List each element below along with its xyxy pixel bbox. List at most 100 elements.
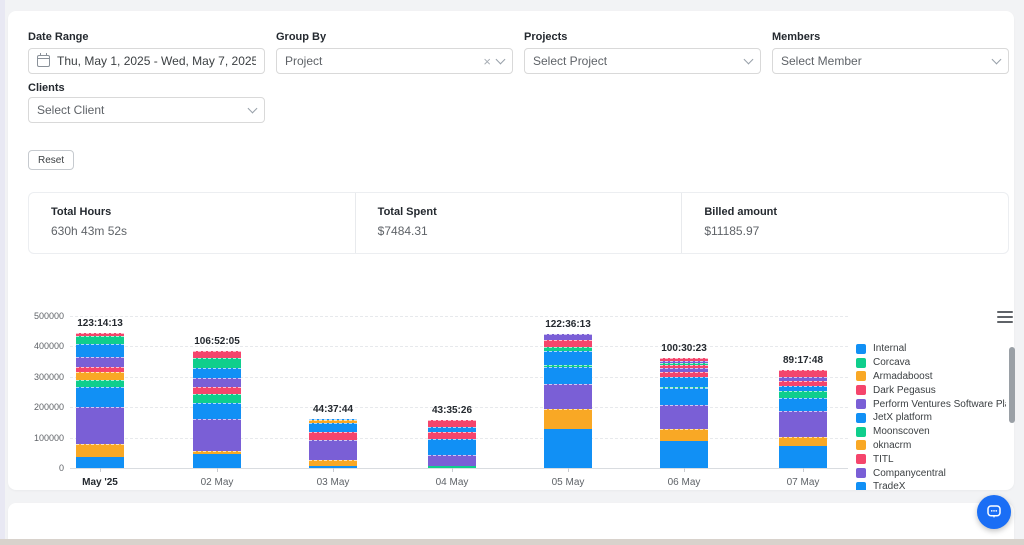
- group-by-select[interactable]: Project ×: [276, 48, 513, 74]
- bar-segment[interactable]: [544, 340, 592, 347]
- total-hours-cell: Total Hours 630h 43m 52s: [29, 193, 355, 253]
- legend-item[interactable]: Corcava: [856, 356, 1006, 370]
- bar-03-may[interactable]: [309, 419, 357, 468]
- projects-select[interactable]: Select Project: [524, 48, 761, 74]
- legend-swatch-icon: [856, 482, 866, 490]
- bar-segment[interactable]: [76, 444, 124, 456]
- bar-segment[interactable]: [193, 419, 241, 451]
- total-hours-value: 630h 43m 52s: [51, 224, 333, 238]
- bar-segment[interactable]: [76, 407, 124, 445]
- bar-02-may[interactable]: [193, 351, 241, 468]
- y-axis-tick: 500000: [24, 311, 64, 321]
- legend-swatch-icon: [856, 399, 866, 409]
- bar-segment[interactable]: [428, 432, 476, 439]
- x-axis-tick: [100, 468, 101, 472]
- bar-segment[interactable]: [76, 336, 124, 345]
- legend-item[interactable]: JetX platform: [856, 411, 1006, 425]
- bar-segment[interactable]: [660, 429, 708, 441]
- bar-segment[interactable]: [193, 351, 241, 358]
- legend-item[interactable]: oknacrm: [856, 439, 1006, 453]
- clients-select[interactable]: Select Client: [28, 97, 265, 123]
- legend-item[interactable]: Dark Pegasus: [856, 383, 1006, 397]
- total-spent-value: $7484.31: [378, 224, 660, 238]
- bar-05-may[interactable]: [544, 334, 592, 468]
- x-axis-label: 03 May: [293, 477, 373, 488]
- members-label: Members: [772, 31, 820, 43]
- group-by-label: Group By: [276, 31, 326, 43]
- date-range-input[interactable]: Thu, May 1, 2025 - Wed, May 7, 2025: [28, 48, 265, 74]
- bar-segment[interactable]: [193, 454, 241, 468]
- bar-segment[interactable]: [779, 446, 827, 468]
- chat-button[interactable]: [977, 495, 1011, 529]
- legend-item[interactable]: Companycentral: [856, 466, 1006, 480]
- report-card: Date Range Group By Projects Members Thu…: [8, 11, 1014, 490]
- bar-segment[interactable]: [193, 368, 241, 379]
- billed-amount-value: $11185.97: [704, 224, 986, 238]
- bar-segment[interactable]: [779, 437, 827, 446]
- x-axis-label: 04 May: [412, 477, 492, 488]
- legend-name: oknacrm: [873, 440, 911, 451]
- bar-segment[interactable]: [193, 403, 241, 419]
- legend-swatch-icon: [856, 371, 866, 381]
- bar-segment[interactable]: [76, 380, 124, 387]
- bar-total-label: 44:37:44: [293, 404, 373, 415]
- legend-item[interactable]: TradeX: [856, 480, 1006, 490]
- x-axis-tick: [803, 468, 804, 472]
- legend-name: Perform Ventures Software Platform: [873, 399, 1006, 410]
- bar-segment[interactable]: [309, 440, 357, 461]
- legend-item[interactable]: Internal: [856, 342, 1006, 356]
- members-select[interactable]: Select Member: [772, 48, 1009, 74]
- billed-amount-label: Billed amount: [704, 206, 986, 218]
- bar-may-25[interactable]: [76, 333, 124, 468]
- legend-item[interactable]: Perform Ventures Software Platform: [856, 397, 1006, 411]
- bar-04-may[interactable]: [428, 420, 476, 468]
- bar-segment[interactable]: [193, 378, 241, 387]
- bar-segment[interactable]: [428, 455, 476, 466]
- legend-name: Moonscoven: [873, 426, 930, 437]
- bar-segment[interactable]: [193, 358, 241, 368]
- bar-segment[interactable]: [544, 384, 592, 410]
- chart-menu-icon[interactable]: [997, 311, 1013, 323]
- bar-segment[interactable]: [76, 357, 124, 367]
- bar-segment[interactable]: [544, 409, 592, 429]
- bar-segment[interactable]: [544, 367, 592, 383]
- bar-segment[interactable]: [309, 423, 357, 432]
- calendar-icon: [37, 55, 50, 67]
- bar-segment[interactable]: [428, 439, 476, 455]
- x-axis-tick: [217, 468, 218, 472]
- bar-segment[interactable]: [76, 372, 124, 380]
- legend-swatch-icon: [856, 385, 866, 395]
- bar-total-label: 123:14:13: [60, 318, 140, 329]
- bar-segment[interactable]: [309, 432, 357, 439]
- legend-item[interactable]: TITL: [856, 452, 1006, 466]
- group-by-value: Project: [285, 54, 477, 68]
- bar-06-may[interactable]: [660, 358, 708, 468]
- bar-segment[interactable]: [660, 441, 708, 468]
- bar-07-may[interactable]: [779, 370, 827, 468]
- bar-segment[interactable]: [779, 411, 827, 438]
- bar-segment[interactable]: [193, 387, 241, 394]
- legend-name: Dark Pegasus: [873, 385, 936, 396]
- gridline: [70, 316, 848, 317]
- bar-segment[interactable]: [76, 457, 124, 468]
- legend-name: JetX platform: [873, 412, 932, 423]
- bar-segment[interactable]: [76, 387, 124, 406]
- scrollbar-thumb[interactable]: [1009, 347, 1015, 423]
- projects-label: Projects: [524, 31, 567, 43]
- bar-segment[interactable]: [779, 391, 827, 398]
- bar-segment[interactable]: [660, 377, 708, 387]
- x-axis-tick: [568, 468, 569, 472]
- bar-segment[interactable]: [779, 398, 827, 410]
- y-axis-tick: 300000: [24, 372, 64, 382]
- clear-icon[interactable]: ×: [483, 55, 491, 68]
- bar-segment[interactable]: [193, 394, 241, 403]
- bar-segment[interactable]: [544, 429, 592, 468]
- reset-button[interactable]: Reset: [28, 150, 74, 170]
- bar-segment[interactable]: [660, 388, 708, 405]
- bar-segment[interactable]: [76, 344, 124, 356]
- legend-item[interactable]: Moonscoven: [856, 425, 1006, 439]
- bar-total-label: 100:30:23: [644, 343, 724, 354]
- legend-item[interactable]: Armadaboost: [856, 370, 1006, 384]
- bar-segment[interactable]: [544, 351, 592, 364]
- bar-segment[interactable]: [660, 405, 708, 429]
